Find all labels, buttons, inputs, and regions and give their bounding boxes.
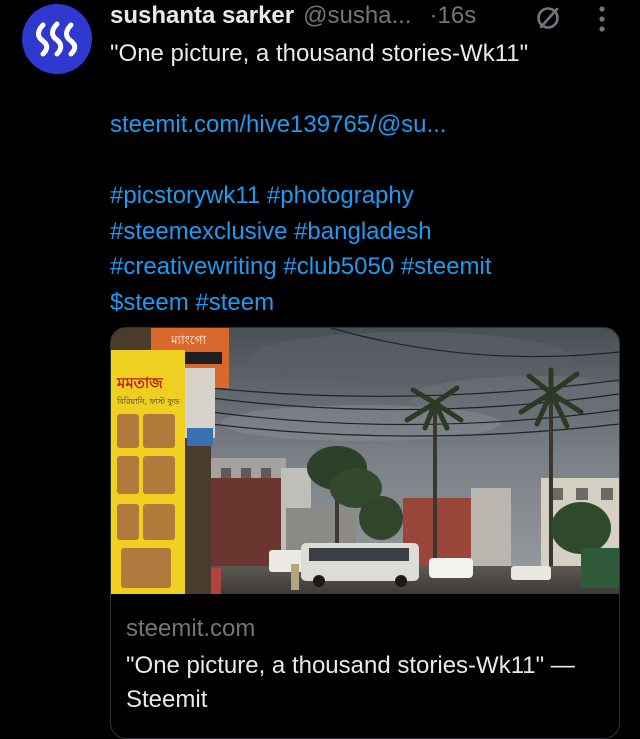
sign-main-text: মমতাজ: [116, 374, 163, 392]
card-domain: steemit.com: [126, 615, 256, 642]
hashtag-line[interactable]: #steemexclusive #bangladesh: [110, 214, 620, 250]
avatar[interactable]: [22, 4, 92, 74]
card-title: "One picture, a thousand stories-Wk11" —…: [126, 652, 575, 713]
hashtag-line[interactable]: #picstorywk11 #photography: [110, 178, 620, 214]
link-preview-card[interactable]: ম্যাংগো মমতাজ বিরিয়ানি, ফাস্ট ফুড steem…: [110, 327, 620, 739]
author-handle[interactable]: @susha...: [303, 2, 411, 30]
author-display-name[interactable]: sushanta sarker: [110, 2, 294, 30]
more-vertical-icon[interactable]: [588, 3, 616, 35]
tweet-timestamp[interactable]: 16s: [438, 2, 477, 30]
card-image: ম্যাংগো মমতাজ বিরিয়ানি, ফাস্ট ফুড: [111, 328, 619, 594]
no-entry-icon: [537, 7, 559, 29]
hashtag-line[interactable]: $steem #steem: [110, 285, 620, 321]
tweet-title-text: "One picture, a thousand stories-Wk11": [110, 40, 529, 67]
sign-top-text: ম্যাংগো: [170, 333, 206, 347]
hashtag-line[interactable]: #creativewriting #club5050 #steemit: [110, 249, 620, 285]
tweet-text: "One picture, a thousand stories-Wk11" s…: [110, 36, 620, 320]
sign-sub-text: বিরিয়ানি, ফাস্ট ফুড: [116, 396, 179, 406]
steem-logo-icon: [36, 21, 78, 57]
header-separator: ·: [429, 2, 438, 29]
tweet-link[interactable]: steemit.com/hive139765/@su...: [110, 107, 620, 143]
